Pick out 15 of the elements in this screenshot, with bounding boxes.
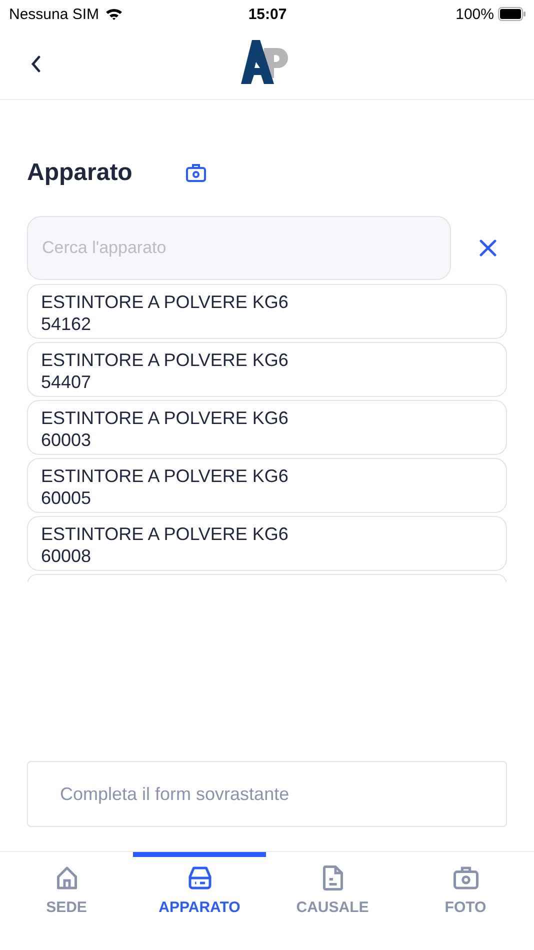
carrier-name: Nessuna SIM [9,6,100,22]
form-notice: Completa il form sovrastante [27,761,507,827]
search-field[interactable]: Cerca l'apparato [27,216,451,280]
equipment-item[interactable]: ESTINTORE A POLVERE KG6 60003 [27,400,507,455]
equipment-item[interactable]: ESTINTORE A POLVERE KG6 60005 [27,458,507,513]
camera-icon[interactable] [184,161,208,185]
battery-percentage: 100% [456,6,494,22]
clock-time: 15:07 [248,6,287,22]
equipment-item[interactable]: ESTINTORE A POLVERE KG6 54407 [27,342,507,397]
battery-icon [498,7,526,21]
nav-tab[interactable]: APPARATO [133,852,266,924]
equipment-item[interactable]: ESTINTORE A POLVERE KG6 54162 [27,284,507,339]
section-title: Apparato [27,159,132,187]
wifi-icon [105,7,124,21]
equipment-item[interactable]: ESTINTORE A POLVERE KG6 60008 [27,516,507,571]
